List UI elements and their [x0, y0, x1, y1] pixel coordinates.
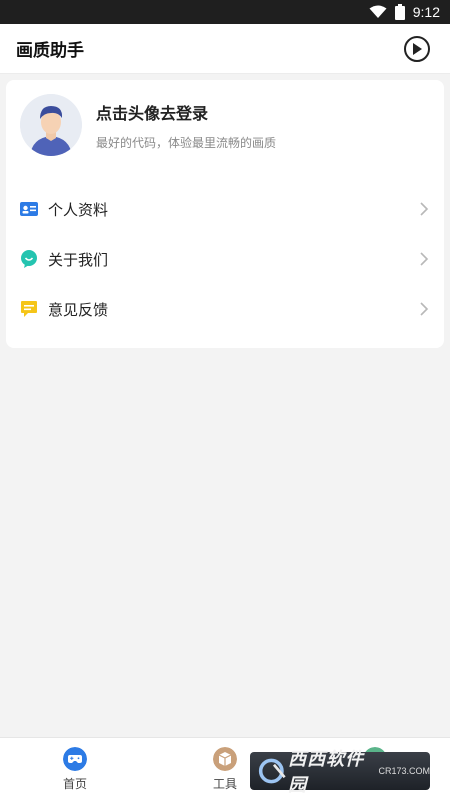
menu-item-profile[interactable]: 个人资料	[6, 184, 444, 234]
play-button[interactable]	[404, 35, 430, 62]
menu-list: 个人资料 关于我们 意见反馈	[6, 184, 444, 334]
status-time: 9:12	[412, 4, 440, 20]
nav-home[interactable]: 首页	[0, 738, 150, 800]
gamepad-icon	[63, 746, 87, 771]
avatar[interactable]	[20, 94, 82, 156]
menu-item-feedback[interactable]: 意见反馈	[6, 284, 444, 334]
menu-label-about: 关于我们	[48, 250, 109, 269]
play-icon	[413, 42, 422, 55]
login-subtitle: 最好的代码，体验最里流畅的画质	[96, 135, 277, 150]
id-card-icon	[20, 200, 38, 218]
app-bar: 画质助手	[0, 24, 450, 74]
nav-label-tools: 工具	[212, 776, 237, 791]
nav-label-home: 首页	[62, 776, 87, 791]
default-avatar-icon	[20, 94, 82, 156]
status-bar: 9:12	[0, 0, 450, 24]
profile-card: 点击头像去登录 最好的代码，体验最里流畅的画质 个人资料 关于我们 意见反馈	[6, 80, 444, 348]
login-prompt[interactable]: 点击头像去登录	[96, 100, 276, 124]
app-title: 画质助手	[16, 41, 84, 61]
wifi-icon	[369, 5, 387, 18]
battery-icon	[394, 4, 405, 20]
chevron-right-icon	[420, 202, 429, 216]
chevron-right-icon	[420, 302, 429, 316]
chevron-right-icon	[420, 252, 429, 266]
menu-label-feedback: 意见反馈	[48, 300, 109, 319]
watermark-sub: CR173.COM	[378, 766, 430, 776]
box-icon	[213, 746, 237, 771]
watermark: 西西软件园 CR173.COM	[250, 749, 430, 796]
watermark-text: 西西软件园	[288, 749, 365, 796]
chat-bubble-icon	[20, 250, 38, 268]
watermark-logo-icon	[258, 758, 286, 784]
menu-label-profile: 个人资料	[48, 200, 109, 219]
profile-header[interactable]: 点击头像去登录 最好的代码，体验最里流畅的画质	[20, 94, 430, 156]
menu-item-about[interactable]: 关于我们	[6, 234, 444, 284]
feedback-icon	[20, 300, 38, 318]
